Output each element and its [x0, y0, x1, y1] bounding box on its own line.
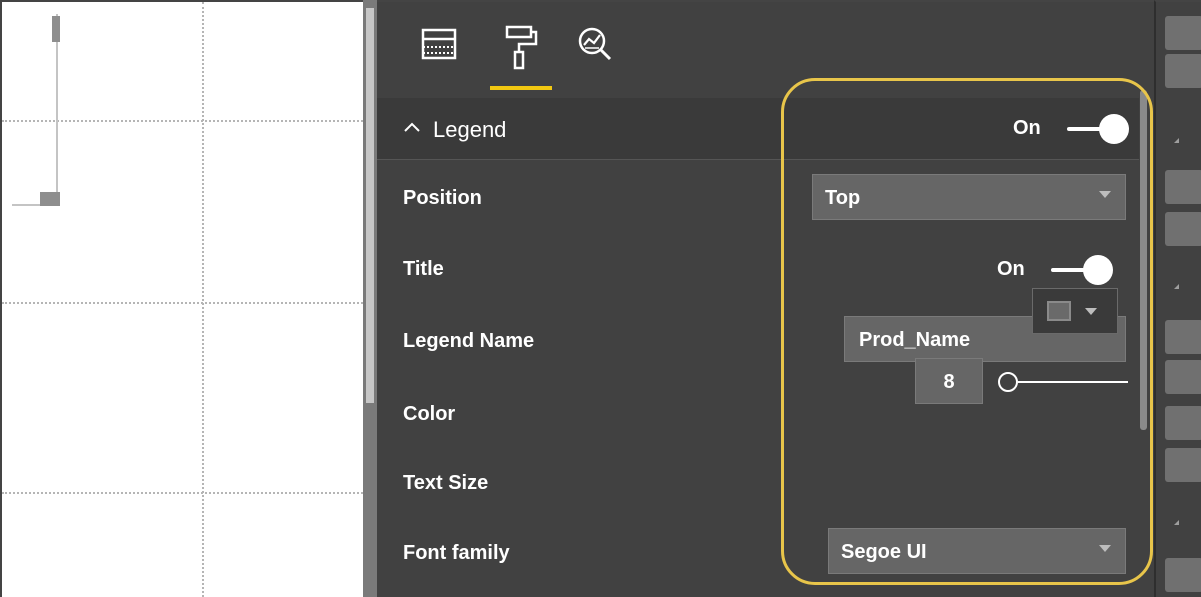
pane-scrollbar[interactable]	[1139, 90, 1149, 597]
chevron-up-icon	[403, 117, 421, 143]
strip-button[interactable]	[1165, 16, 1201, 50]
legend-section-title: Legend	[433, 117, 507, 142]
report-canvas[interactable]	[0, 0, 363, 597]
font-family-value: Segoe UI	[841, 541, 927, 563]
chevron-down-icon	[1099, 191, 1111, 198]
strip-button[interactable]	[1165, 558, 1201, 592]
legend-name-label: Legend Name	[403, 330, 535, 352]
position-label: Position	[403, 187, 482, 209]
chevron-down-icon	[1085, 308, 1097, 315]
analytics-tab[interactable]	[571, 24, 619, 76]
format-tab[interactable]	[497, 24, 545, 76]
font-family-label: Font family	[403, 542, 510, 564]
pane-scrollbar-thumb[interactable]	[1140, 90, 1147, 430]
visual-border	[56, 14, 58, 204]
position-dropdown[interactable]: Top	[812, 174, 1126, 220]
fields-icon	[421, 28, 457, 60]
canvas-scrollbar[interactable]	[363, 0, 377, 597]
color-swatch	[1047, 301, 1071, 321]
title-label: Title	[403, 258, 444, 280]
canvas-scrollbar-thumb[interactable]	[366, 8, 374, 403]
fields-tab[interactable]	[415, 24, 463, 76]
active-tab-indicator	[490, 86, 552, 90]
pane-tab-bar	[377, 2, 1154, 98]
chevron-down-icon	[1099, 545, 1111, 552]
strip-button[interactable]	[1165, 320, 1201, 354]
strip-button[interactable]	[1165, 360, 1201, 394]
color-label: Color	[403, 403, 456, 425]
resize-handle[interactable]	[40, 192, 60, 206]
grid-line-horizontal	[2, 492, 363, 494]
strip-button[interactable]	[1165, 170, 1201, 204]
text-size-input[interactable]: 8	[915, 358, 983, 404]
grid-line-horizontal	[2, 302, 363, 304]
strip-button[interactable]	[1165, 448, 1201, 482]
title-toggle-knob	[1083, 255, 1113, 285]
right-panel-strip	[1154, 0, 1201, 597]
collapse-triangle-icon[interactable]	[1174, 138, 1179, 143]
format-pane-body: Legend On Position Top Title On Legend N…	[377, 98, 1142, 597]
collapse-triangle-icon[interactable]	[1174, 284, 1179, 289]
color-picker[interactable]	[1032, 288, 1118, 334]
legend-toggle-knob	[1099, 114, 1129, 144]
text-size-label: Text Size	[403, 472, 489, 494]
format-pane: Legend On Position Top Title On Legend N…	[377, 0, 1154, 597]
strip-button[interactable]	[1165, 212, 1201, 246]
position-value: Top	[825, 187, 861, 209]
format-paint-roller-icon	[505, 25, 538, 70]
grid-line-vertical	[202, 2, 204, 597]
font-family-dropdown[interactable]: Segoe UI	[828, 528, 1126, 574]
title-toggle-label: On	[997, 258, 1025, 280]
collapse-triangle-icon[interactable]	[1174, 520, 1179, 525]
strip-button[interactable]	[1165, 406, 1201, 440]
text-size-slider-thumb[interactable]	[998, 372, 1018, 392]
legend-toggle-label: On	[1013, 117, 1041, 139]
analytics-icon	[578, 27, 612, 61]
resize-handle[interactable]	[52, 16, 60, 42]
text-size-slider-track[interactable]	[1018, 381, 1128, 383]
strip-button[interactable]	[1165, 54, 1201, 88]
legend-section-header[interactable]: Legend On	[377, 98, 1142, 160]
